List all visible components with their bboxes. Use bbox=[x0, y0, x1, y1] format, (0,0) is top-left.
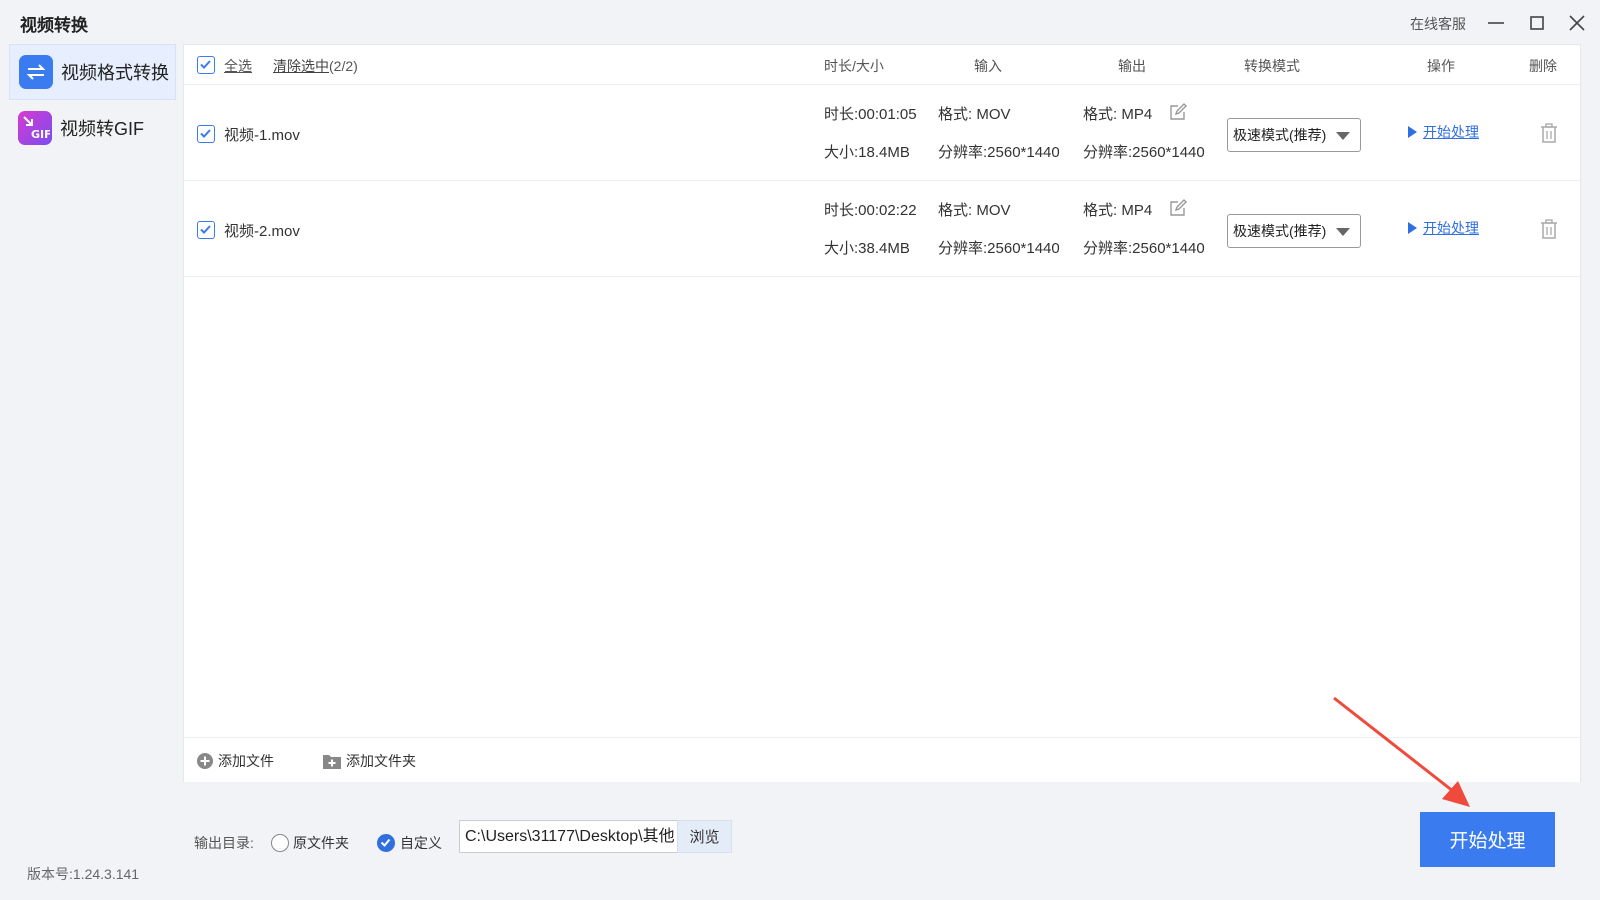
play-icon bbox=[1408, 222, 1417, 234]
radio-custom-folder[interactable] bbox=[377, 834, 395, 852]
input-resolution: 分辨率:2560*1440 bbox=[938, 240, 1060, 257]
header-delete: 删除 bbox=[1529, 58, 1557, 74]
table-row: 视频-1.mov 时长:00:01:05 大小:18.4MB 格式: MOV 分… bbox=[184, 85, 1580, 181]
maximize-icon[interactable] bbox=[1526, 12, 1548, 34]
header-duration-size: 时长/大小 bbox=[824, 58, 884, 74]
add-folder-label: 添加文件夹 bbox=[346, 753, 416, 769]
table-header: 全选 清除选中(2/2) 时长/大小 输入 输出 转换模式 操作 删除 bbox=[184, 45, 1580, 85]
header-output: 输出 bbox=[1118, 58, 1146, 74]
start-processing-button[interactable]: 开始处理 bbox=[1420, 812, 1555, 867]
header-input: 输入 bbox=[974, 58, 1002, 74]
file-actions-bar: 添加文件 添加文件夹 bbox=[184, 737, 1580, 782]
mode-select[interactable]: 极速模式(推荐) bbox=[1227, 214, 1361, 248]
file-list-panel: 全选 清除选中(2/2) 时长/大小 输入 输出 转换模式 操作 删除 视频-1… bbox=[183, 44, 1581, 782]
table-row: 视频-2.mov 时长:00:02:22 大小:38.4MB 格式: MOV 分… bbox=[184, 181, 1580, 277]
play-icon bbox=[1408, 126, 1417, 138]
output-resolution: 分辨率:2560*1440 bbox=[1083, 240, 1205, 257]
duration: 时长:00:02:22 bbox=[824, 202, 917, 219]
chevron-down-icon bbox=[1336, 132, 1350, 140]
selected-count: (2/2) bbox=[329, 58, 358, 74]
trash-icon[interactable] bbox=[1539, 122, 1559, 144]
output-format: 格式: MP4 bbox=[1083, 106, 1153, 123]
file-size: 大小:38.4MB bbox=[824, 240, 910, 257]
sidebar-item-label: 视频格式转换 bbox=[61, 63, 169, 83]
header-action: 操作 bbox=[1427, 58, 1455, 74]
row-start-button[interactable]: 开始处理 bbox=[1408, 122, 1479, 142]
input-resolution: 分辨率:2560*1440 bbox=[938, 144, 1060, 161]
trash-icon[interactable] bbox=[1539, 218, 1559, 240]
clear-selected-label: 清除选中 bbox=[273, 58, 329, 74]
input-format: 格式: MOV bbox=[938, 202, 1011, 219]
sidebar-item-label: 视频转GIF bbox=[60, 119, 144, 139]
select-all-link[interactable]: 全选 bbox=[224, 56, 252, 76]
output-path-input[interactable]: C:\Users\31177\Desktop\其他 bbox=[459, 820, 678, 853]
svg-text:GIF: GIF bbox=[31, 128, 50, 141]
sidebar: 视频格式转换 GIF 视频转GIF 版本号:1.24.3.141 bbox=[0, 44, 178, 900]
convert-arrows-icon bbox=[19, 55, 53, 89]
gif-icon: GIF bbox=[18, 111, 52, 145]
chevron-down-icon bbox=[1336, 228, 1350, 236]
output-dir-label: 输出目录: bbox=[194, 835, 254, 851]
add-file-label: 添加文件 bbox=[218, 753, 274, 769]
title-bar: 视频转换 在线客服 bbox=[0, 0, 1600, 44]
edit-icon[interactable] bbox=[1169, 103, 1187, 121]
browse-button[interactable]: 浏览 bbox=[677, 820, 732, 853]
add-folder-button[interactable]: 添加文件夹 bbox=[322, 751, 416, 771]
add-circle-icon bbox=[197, 753, 213, 769]
radio-custom-folder-label: 自定义 bbox=[400, 835, 442, 851]
output-resolution: 分辨率:2560*1440 bbox=[1083, 144, 1205, 161]
version-label: 版本号:1.24.3.141 bbox=[27, 866, 140, 882]
row-start-label: 开始处理 bbox=[1423, 124, 1479, 140]
check-icon bbox=[380, 838, 391, 847]
mode-select[interactable]: 极速模式(推荐) bbox=[1227, 118, 1361, 152]
sidebar-item-video-format-convert[interactable]: 视频格式转换 bbox=[9, 44, 176, 100]
app-title: 视频转换 bbox=[20, 16, 88, 35]
online-support-link[interactable]: 在线客服 bbox=[1410, 14, 1466, 34]
mode-select-value: 极速模式(推荐) bbox=[1233, 127, 1327, 143]
row-start-button[interactable]: 开始处理 bbox=[1408, 218, 1479, 238]
close-icon[interactable] bbox=[1566, 12, 1588, 34]
row-checkbox[interactable] bbox=[197, 221, 215, 239]
row-start-label: 开始处理 bbox=[1423, 220, 1479, 236]
radio-original-folder[interactable] bbox=[271, 834, 289, 852]
select-all-checkbox[interactable] bbox=[197, 56, 215, 74]
file-name: 视频-2.mov bbox=[224, 223, 300, 240]
edit-icon[interactable] bbox=[1169, 199, 1187, 217]
header-mode: 转换模式 bbox=[1244, 58, 1300, 74]
mode-select-value: 极速模式(推荐) bbox=[1233, 223, 1327, 239]
radio-original-folder-label: 原文件夹 bbox=[293, 835, 349, 851]
row-checkbox[interactable] bbox=[197, 125, 215, 143]
add-folder-icon bbox=[323, 754, 341, 769]
clear-selected-link[interactable]: 清除选中(2/2) bbox=[273, 56, 358, 76]
input-format: 格式: MOV bbox=[938, 106, 1011, 123]
output-format: 格式: MP4 bbox=[1083, 202, 1153, 219]
file-size: 大小:18.4MB bbox=[824, 144, 910, 161]
minimize-icon[interactable] bbox=[1485, 12, 1507, 34]
add-file-button[interactable]: 添加文件 bbox=[196, 751, 274, 771]
sidebar-item-video-to-gif[interactable]: GIF 视频转GIF bbox=[9, 100, 176, 156]
file-name: 视频-1.mov bbox=[224, 127, 300, 144]
duration: 时长:00:01:05 bbox=[824, 106, 917, 123]
